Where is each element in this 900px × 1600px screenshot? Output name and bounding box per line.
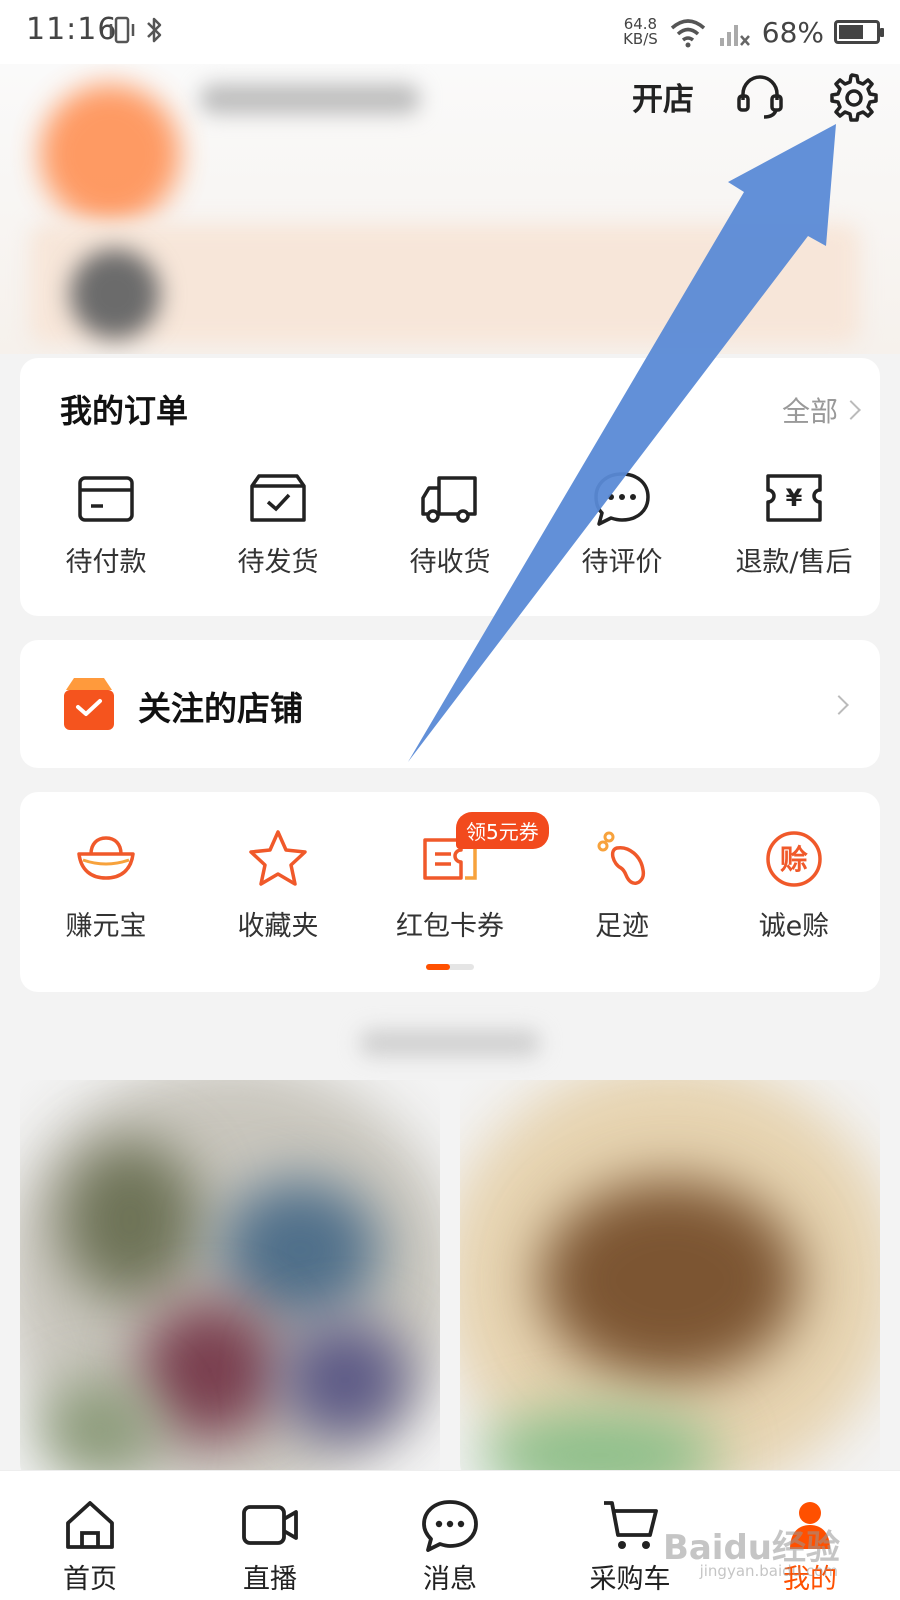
tool-label: 诚e赊 — [758, 911, 830, 942]
order-label: 待发货 — [237, 547, 319, 578]
wifi-icon — [670, 19, 705, 48]
svg-text:¥: ¥ — [786, 484, 803, 512]
tool-coupons[interactable]: 领5元券 红包卡券 — [364, 812, 549, 943]
tools-row: 赚元宝 收藏夹 领5元券 红包卡券 足迹 赊 诚e赊 — [20, 812, 880, 943]
recommend-item-left[interactable] — [20, 1080, 440, 1480]
my-orders-card: 我的订单 全部 待付款 待发货 待收货 待评价 ¥ 退款/售后 — [20, 358, 880, 616]
order-pending-review[interactable]: 待评价 — [536, 468, 708, 579]
order-pending-receipt[interactable]: 待收货 — [364, 468, 536, 579]
header-actions: 开店 — [632, 70, 878, 122]
headset-icon — [737, 75, 783, 119]
credit-icon: 赊 — [766, 831, 822, 887]
tool-label: 足迹 — [595, 911, 649, 942]
username-blurred — [200, 84, 420, 114]
coupon-badge: 领5元券 — [456, 812, 549, 849]
tool-label: 红包卡券 — [396, 911, 504, 942]
tool-label: 收藏夹 — [237, 911, 319, 942]
nav-label: 首页 — [63, 1564, 117, 1595]
footprint-icon — [597, 831, 646, 885]
network-speed: 64.8 KB/S — [623, 17, 658, 47]
chevron-right-icon — [841, 400, 861, 420]
order-label: 待评价 — [581, 547, 663, 578]
nav-live[interactable]: 直播 — [180, 1471, 360, 1600]
battery-percent: 68% — [761, 15, 824, 49]
orders-title: 我的订单 — [60, 392, 189, 430]
recommend-item-right[interactable] — [460, 1080, 880, 1480]
chevron-right-icon — [829, 695, 849, 715]
credit-glyph: 赊 — [780, 843, 808, 876]
status-right: 64.8 KB/S 68% — [623, 10, 884, 54]
recommend-title-blurred — [360, 1030, 540, 1056]
star-icon — [249, 830, 307, 886]
open-store-link[interactable]: 开店 — [632, 74, 694, 119]
status-time: 11:16 — [26, 12, 118, 47]
tool-earn-ingots[interactable]: 赚元宝 — [20, 826, 192, 943]
order-pending-shipment[interactable]: 待发货 — [192, 468, 364, 579]
all-orders-label: 全部 — [781, 395, 838, 428]
cart-icon — [604, 1501, 658, 1549]
network-speed-unit: KB/S — [623, 30, 658, 48]
pager-active-segment — [426, 964, 450, 970]
nav-home[interactable]: 首页 — [0, 1471, 180, 1600]
battery-icon — [834, 20, 884, 44]
gold-ingot-icon — [77, 836, 135, 880]
order-label: 退款/售后 — [735, 547, 853, 578]
followed-stores-card[interactable]: 关注的店铺 — [20, 640, 880, 768]
order-label: 待收货 — [409, 547, 491, 578]
nav-messages[interactable]: 消息 — [360, 1471, 540, 1600]
video-icon — [242, 1505, 298, 1545]
followed-stores-title: 关注的店铺 — [138, 689, 303, 728]
tools-pager — [426, 964, 474, 970]
chat-icon — [594, 472, 650, 526]
gear-icon — [830, 73, 878, 122]
nav-label: 直播 — [243, 1564, 297, 1595]
tool-footprints[interactable]: 足迹 — [536, 826, 708, 943]
order-refund-aftersale[interactable]: ¥ 退款/售后 — [708, 468, 880, 579]
vibrate-icon — [109, 16, 162, 44]
nav-label: 消息 — [423, 1564, 477, 1595]
member-badge-blurred — [70, 249, 160, 339]
order-status-row: 待付款 待发货 待收货 待评价 ¥ 退款/售后 — [20, 468, 880, 579]
package-icon — [250, 474, 306, 522]
avatar[interactable] — [40, 84, 180, 224]
wallet-icon — [78, 476, 134, 522]
store-bag-icon — [64, 678, 114, 730]
truck-icon — [421, 476, 477, 523]
tools-card: 赚元宝 收藏夹 领5元券 红包卡券 足迹 赊 诚e赊 — [20, 792, 880, 992]
vibrate-bluetooth-icons — [108, 14, 178, 55]
status-bar: 11:16 64.8 KB/S 68% — [0, 0, 900, 64]
home-icon — [66, 1501, 114, 1549]
tool-credit[interactable]: 赊 诚e赊 — [708, 826, 880, 943]
signal-off-icon — [719, 25, 750, 46]
watermark-url: jingyan.baidu.com — [699, 1562, 838, 1580]
message-icon — [422, 1500, 478, 1552]
tool-label: 赚元宝 — [65, 911, 147, 942]
refund-icon: ¥ — [766, 474, 822, 522]
order-label: 待付款 — [65, 547, 147, 578]
nav-label: 采购车 — [589, 1564, 671, 1595]
all-orders-link[interactable]: 全部 — [781, 390, 861, 430]
order-pending-payment[interactable]: 待付款 — [20, 468, 192, 579]
tool-favorites[interactable]: 收藏夹 — [192, 826, 364, 943]
settings-button[interactable] — [826, 70, 878, 122]
customer-service-button[interactable] — [734, 70, 786, 122]
